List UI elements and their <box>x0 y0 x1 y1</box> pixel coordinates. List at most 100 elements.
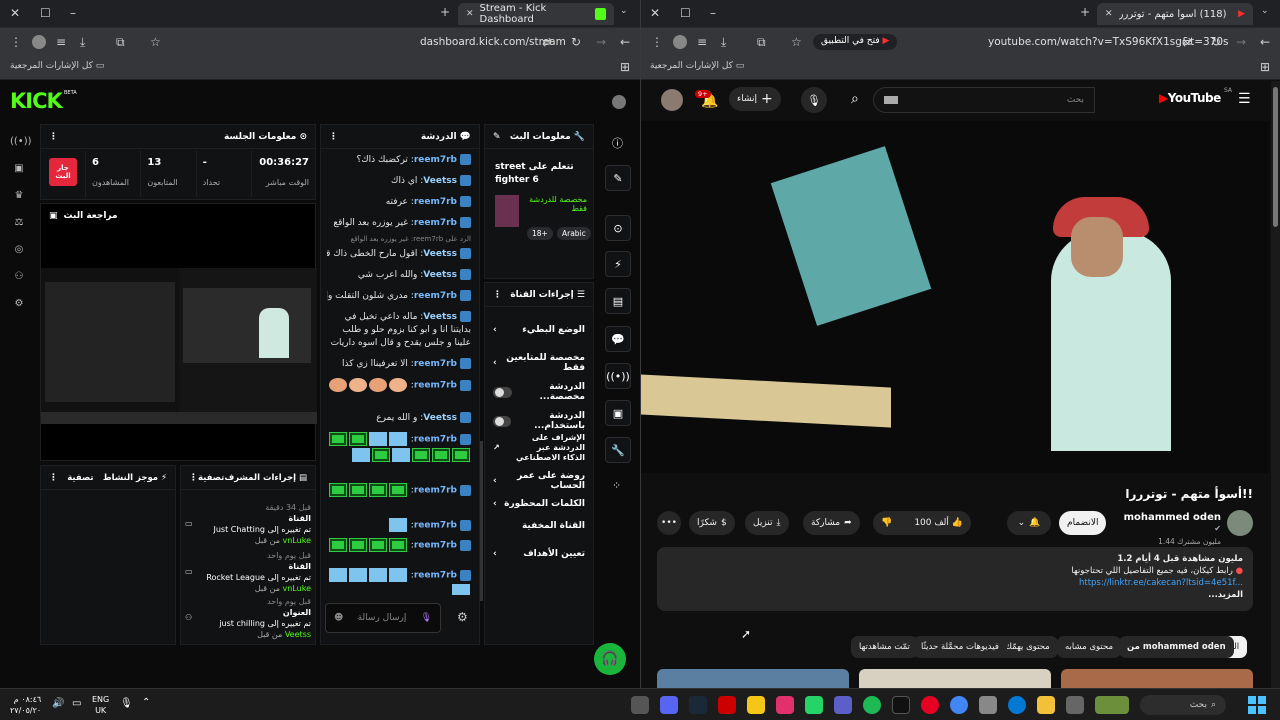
hamburger-menu-icon[interactable]: ☰ <box>1238 91 1251 107</box>
apps-grid-icon[interactable]: ⊞ <box>1260 60 1270 74</box>
menu-dots-icon[interactable]: ⋮ <box>651 35 663 49</box>
chat-username[interactable]: reem7rb <box>414 521 457 531</box>
back-icon[interactable]: ← <box>620 35 630 49</box>
spotify-icon[interactable] <box>863 696 881 714</box>
reload-icon[interactable]: ↻ <box>1211 35 1221 49</box>
more-options-icon[interactable]: ⋮ <box>329 132 338 142</box>
profile-avatar[interactable] <box>32 35 46 49</box>
extensions-icon[interactable]: ⧉ <box>757 35 766 50</box>
bolt-tool-button[interactable]: ⚡ <box>605 251 631 277</box>
edge-icon[interactable] <box>1008 696 1026 714</box>
action-slow-mode[interactable]: الوضع البطيء › <box>493 325 585 335</box>
more-options-icon[interactable]: ⋮ <box>49 132 58 142</box>
create-button[interactable]: إنشاء + <box>729 87 781 111</box>
all-bookmarks[interactable]: كل الإشارات المرجعية ▭ <box>10 61 104 71</box>
join-button[interactable]: الانضمام <box>1059 511 1107 535</box>
chat-username[interactable]: reem7rb <box>414 381 457 391</box>
chat-username[interactable]: reem7rb <box>414 359 457 369</box>
thumbnail[interactable] <box>859 669 1051 688</box>
close-tab-icon[interactable]: ✕ <box>466 9 474 19</box>
clock[interactable]: ٠٨:٤٦ م ٢٧/٠٥/٢٠ <box>10 694 41 716</box>
chat-username[interactable]: reem7rb <box>414 291 457 301</box>
close-tab-icon[interactable]: ✕ <box>1105 9 1113 19</box>
doc-tool-button[interactable]: ▤ <box>605 288 631 314</box>
channel-avatar[interactable] <box>1227 510 1253 536</box>
more-options-icon[interactable]: ⋮ <box>49 473 58 483</box>
action-ai-moderation[interactable]: الإشراف على الدردشة عبر الذكاء الاصطناعي… <box>493 433 585 463</box>
chevron-down-icon[interactable]: ⌄ <box>620 6 628 16</box>
tune-icon[interactable]: ⇄ <box>542 35 552 49</box>
info-circle-icon[interactable]: ⓘ <box>612 135 623 151</box>
chat-username[interactable]: reem7rb <box>414 218 457 228</box>
like-button[interactable]: 100 ألف 👍 <box>914 518 963 528</box>
dots-cluster-icon[interactable]: ⁘ <box>612 479 621 492</box>
chip-related[interactable]: محتوى مشابه <box>1057 636 1121 658</box>
chat-username[interactable]: Veetss <box>423 270 457 280</box>
description-link[interactable]: https://linktr.ee/cakecan?ltsid=4e51f... <box>667 577 1243 589</box>
tiktok-icon[interactable] <box>892 696 910 714</box>
app-icon[interactable] <box>631 696 649 714</box>
screen-tool-button[interactable]: ▣ <box>605 400 631 426</box>
app-icon[interactable] <box>747 696 765 714</box>
download-button[interactable]: تنزيل ⤓ <box>745 511 789 535</box>
chat-tool-button[interactable]: 💬 <box>605 326 631 352</box>
tab-kick-dashboard[interactable]: ✕ Stream - Kick Dashboard <box>458 3 614 25</box>
mod-entry-user[interactable]: vnLuke <box>283 536 311 545</box>
analytics-icon[interactable]: ▣ <box>10 163 28 174</box>
chat-username[interactable]: reem7rb <box>414 486 457 496</box>
thanks-button[interactable]: شكرًا $ <box>689 511 735 535</box>
close-window-icon[interactable]: ✕ <box>10 6 20 20</box>
page-scrollbar[interactable] <box>1271 81 1280 688</box>
mod-entry-user[interactable]: vnLuke <box>283 584 311 593</box>
camera-icon[interactable]: ◎ <box>10 244 28 255</box>
show-more-button[interactable]: ...المزيد <box>667 589 1243 601</box>
chip-watched[interactable]: تمّت مشاهدتها <box>851 636 918 658</box>
mic-tray-icon[interactable]: 🎙 <box>120 698 133 709</box>
scroll-thumb[interactable] <box>1273 87 1278 227</box>
voice-search-button[interactable]: 🎙 <box>801 87 827 113</box>
mod-filter-button[interactable]: تصفية <box>198 473 224 483</box>
emote-chat-toggle[interactable] <box>493 415 512 427</box>
reload-icon[interactable]: ↻ <box>571 35 581 49</box>
action-banned-words[interactable]: الكلمات المحظورة › <box>493 499 585 509</box>
emoji-icon[interactable]: ☻ <box>334 613 343 623</box>
close-window-icon[interactable]: ✕ <box>650 6 660 20</box>
menu-dots-icon[interactable]: ⋮ <box>10 35 22 49</box>
taskbar-search[interactable]: بحث ⌕ <box>1140 695 1226 715</box>
stream-preview-video[interactable] <box>41 268 317 424</box>
volume-icon[interactable]: 🔊 <box>52 698 64 709</box>
wrench-tool-button[interactable]: 🔧 <box>605 437 631 463</box>
search-input[interactable]: بحث <box>873 87 1095 113</box>
dislike-button[interactable]: 👎 <box>881 518 892 528</box>
youtube-logo[interactable]: ▶YouTube <box>1159 91 1221 105</box>
download-icon[interactable]: ⤓ <box>80 35 85 50</box>
live-icon[interactable]: ((•)) <box>10 136 32 147</box>
network-icon[interactable]: ▭ <box>72 698 81 709</box>
more-options-icon[interactable]: ⋮ <box>493 290 502 300</box>
camera-tool-button[interactable]: ⊙ <box>605 215 631 241</box>
moderation-icon[interactable]: ⚖ <box>10 217 28 228</box>
widget-icon[interactable] <box>1095 696 1129 714</box>
chat-username[interactable]: reem7rb <box>414 571 457 581</box>
chat-username[interactable]: Veetss <box>423 312 457 322</box>
chat-scrollbar[interactable] <box>480 441 483 601</box>
tray-chevron-icon[interactable]: ⌃ <box>142 697 150 708</box>
new-tab-icon[interactable]: + <box>1080 5 1090 19</box>
search-icon[interactable]: ⌕ <box>851 91 859 107</box>
minimize-icon[interactable]: – <box>70 6 76 20</box>
action-followers-only[interactable]: مخصصة للمتابعين فقط › <box>493 353 585 373</box>
forward-icon[interactable]: → <box>596 35 606 49</box>
reading-list-icon[interactable]: ≡ <box>56 35 66 49</box>
file-explorer-icon[interactable] <box>1037 696 1055 714</box>
thumbnail[interactable] <box>1061 669 1253 688</box>
mic-icon[interactable]: 🎙 <box>421 613 432 623</box>
settings-icon[interactable]: ⚙ <box>10 298 28 309</box>
edit-tool-button[interactable]: ✎ <box>605 165 631 191</box>
bookmark-star-icon[interactable]: ☆ <box>791 35 802 49</box>
new-tab-icon[interactable]: + <box>440 5 450 19</box>
bookmark-star-icon[interactable]: ☆ <box>150 35 161 49</box>
kick-logo[interactable]: KICK <box>10 89 63 113</box>
language-indicator[interactable]: ENG UK <box>92 694 109 716</box>
tune-icon[interactable]: ⇄ <box>1182 35 1192 49</box>
category-thumbnail[interactable] <box>495 195 519 227</box>
